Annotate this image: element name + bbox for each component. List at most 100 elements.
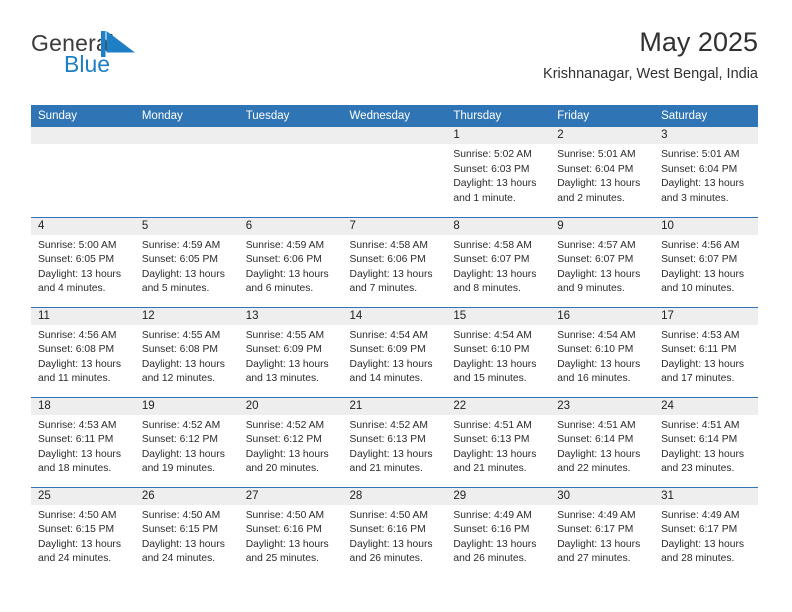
day-cell-inner: 21 Sunrise: 4:52 AM Sunset: 6:13 PM Dayligh… bbox=[342, 397, 447, 487]
calendar-day-cell[interactable]: 11 Sunrise: 4:56 AM Sunset: 6:08 PM Dayligh… bbox=[31, 306, 135, 397]
day-details: Sunrise: 4:51 AM Sunset: 6:14 PM Daylight:… bbox=[654, 415, 758, 477]
sunrise-text: Sunrise: 4:50 AM bbox=[38, 509, 117, 521]
day-number: 12 bbox=[134, 307, 239, 325]
calendar-day-cell[interactable]: 17 Sunrise: 4:53 AM Sunset: 6:11 PM Dayligh… bbox=[654, 306, 758, 397]
calendar-page: General Blue May 2025 Krishnanagar, West… bbox=[0, 0, 792, 612]
daylight-text-line1: Daylight: 13 hours bbox=[557, 358, 641, 370]
calendar-day-cell[interactable]: 20 Sunrise: 4:52 AM Sunset: 6:12 PM Dayligh… bbox=[238, 396, 343, 487]
day-number: 25 bbox=[31, 487, 135, 505]
calendar-day-cell[interactable]: 29 Sunrise: 4:49 AM Sunset: 6:16 PM Dayligh… bbox=[446, 486, 551, 577]
day-number: 23 bbox=[550, 397, 655, 415]
day-number: 4 bbox=[31, 217, 135, 235]
sunrise-text: Sunrise: 4:52 AM bbox=[349, 419, 428, 431]
calendar-day-cell[interactable]: 18 Sunrise: 4:53 AM Sunset: 6:11 PM Dayligh… bbox=[31, 396, 135, 487]
day-number bbox=[342, 127, 447, 144]
sunrise-text: Sunrise: 4:54 AM bbox=[349, 329, 428, 341]
day-details: Sunrise: 4:51 AM Sunset: 6:13 PM Daylight:… bbox=[446, 415, 550, 477]
daylight-text-line1: Daylight: 13 hours bbox=[661, 268, 745, 280]
day-cell-inner: 16 Sunrise: 4:54 AM Sunset: 6:10 PM Dayligh… bbox=[550, 307, 655, 397]
calendar-day-cell[interactable]: 31 Sunrise: 4:49 AM Sunset: 6:17 PM Dayligh… bbox=[654, 486, 758, 577]
calendar-empty-cell bbox=[31, 127, 135, 217]
day-details: Sunrise: 5:01 AM Sunset: 6:04 PM Daylight:… bbox=[654, 144, 758, 206]
sunset-text: Sunset: 6:12 PM bbox=[141, 434, 218, 445]
calendar-day-cell[interactable]: 12 Sunrise: 4:55 AM Sunset: 6:08 PM Dayligh… bbox=[134, 306, 239, 397]
sunset-text: Sunset: 6:07 PM bbox=[557, 254, 634, 265]
sunset-text: Sunset: 6:06 PM bbox=[349, 254, 426, 265]
calendar-day-cell[interactable]: 10 Sunrise: 4:56 AM Sunset: 6:07 PM Dayligh… bbox=[654, 216, 758, 307]
calendar-day-cell[interactable]: 27 Sunrise: 4:50 AM Sunset: 6:16 PM Dayligh… bbox=[238, 486, 343, 577]
calendar-day-cell[interactable]: 16 Sunrise: 4:54 AM Sunset: 6:10 PM Dayligh… bbox=[550, 306, 655, 397]
sunset-text: Sunset: 6:07 PM bbox=[661, 254, 738, 265]
day-cell-inner: 8 Sunrise: 4:58 AM Sunset: 6:07 PM Daylight… bbox=[446, 217, 551, 307]
calendar-day-cell[interactable]: 5 Sunrise: 4:59 AM Sunset: 6:05 PM Daylight… bbox=[134, 216, 239, 307]
daylight-text-line2: and 15 minutes. bbox=[453, 373, 527, 384]
daylight-text-line1: Daylight: 13 hours bbox=[38, 538, 121, 550]
sunset-text: Sunset: 6:15 PM bbox=[141, 524, 218, 535]
calendar-day-cell[interactable]: 26 Sunrise: 4:50 AM Sunset: 6:15 PM Dayligh… bbox=[134, 486, 239, 578]
day-number: 24 bbox=[654, 397, 758, 415]
sunrise-text: Sunrise: 4:54 AM bbox=[557, 329, 636, 341]
daylight-text-line1: Daylight: 13 hours bbox=[349, 268, 433, 280]
calendar-day-cell[interactable]: 8 Sunrise: 4:58 AM Sunset: 6:07 PM Daylight… bbox=[446, 216, 551, 307]
general-blue-logo[interactable]: General Blue bbox=[31, 31, 181, 88]
daylight-text-line1: Daylight: 13 hours bbox=[245, 448, 329, 460]
daylight-text-line1: Daylight: 13 hours bbox=[453, 178, 537, 189]
calendar-day-cell[interactable]: 14 Sunrise: 4:54 AM Sunset: 6:09 PM Dayligh… bbox=[342, 306, 447, 397]
calendar-day-cell[interactable]: 28 Sunrise: 4:50 AM Sunset: 6:16 PM Dayligh… bbox=[342, 486, 447, 577]
sunset-text: Sunset: 6:14 PM bbox=[557, 434, 634, 445]
day-cell-inner: 15 Sunrise: 4:54 AM Sunset: 6:10 PM Dayligh… bbox=[446, 307, 551, 397]
daylight-text-line2: and 26 minutes. bbox=[453, 553, 527, 564]
calendar-week-row: 25 Sunrise: 4:50 AM Sunset: 6:15 PM Dayligh… bbox=[31, 486, 758, 578]
calendar-day-cell[interactable]: 24 Sunrise: 4:51 AM Sunset: 6:14 PM Dayligh… bbox=[654, 396, 758, 487]
daylight-text-line1: Daylight: 13 hours bbox=[141, 358, 225, 370]
day-number: 13 bbox=[238, 307, 343, 325]
day-details: Sunrise: 4:53 AM Sunset: 6:11 PM Daylight:… bbox=[654, 325, 758, 387]
calendar-day-cell[interactable]: 1 Sunrise: 5:02 AM Sunset: 6:03 PM Daylight… bbox=[446, 127, 551, 217]
day-details: Sunrise: 4:50 AM Sunset: 6:16 PM Daylight:… bbox=[343, 505, 447, 567]
calendar-day-cell[interactable]: 25 Sunrise: 4:50 AM Sunset: 6:15 PM Dayligh… bbox=[31, 486, 135, 577]
day-details: Sunrise: 5:01 AM Sunset: 6:04 PM Daylight:… bbox=[550, 144, 654, 206]
title-block: May 2025 Krishnanagar, West Bengal, Indi… bbox=[543, 27, 758, 83]
day-cell-inner: 30 Sunrise: 4:49 AM Sunset: 6:17 PM Dayligh… bbox=[550, 487, 655, 578]
calendar-day-cell[interactable]: 3 Sunrise: 5:01 AM Sunset: 6:04 PM Daylight… bbox=[654, 127, 758, 217]
day-details bbox=[343, 144, 447, 148]
day-cell-inner: 26 Sunrise: 4:50 AM Sunset: 6:15 PM Dayligh… bbox=[134, 487, 239, 578]
calendar-day-cell[interactable]: 19 Sunrise: 4:52 AM Sunset: 6:12 PM Dayligh… bbox=[134, 396, 239, 487]
daylight-text-line1: Daylight: 13 hours bbox=[557, 178, 641, 189]
day-number: 14 bbox=[342, 307, 447, 325]
day-details: Sunrise: 4:50 AM Sunset: 6:15 PM Daylight:… bbox=[135, 505, 239, 567]
daylight-text-line2: and 2 minutes. bbox=[557, 192, 625, 204]
weekday-header-tuesday: Tuesday bbox=[238, 105, 343, 127]
daylight-text-line1: Daylight: 13 hours bbox=[557, 448, 641, 460]
daylight-text-line2: and 10 minutes. bbox=[661, 283, 735, 294]
calendar-day-cell[interactable]: 2 Sunrise: 5:01 AM Sunset: 6:04 PM Daylight… bbox=[550, 127, 655, 217]
daylight-text-line2: and 16 minutes. bbox=[557, 373, 631, 384]
calendar-day-cell[interactable]: 13 Sunrise: 4:55 AM Sunset: 6:09 PM Dayligh… bbox=[238, 306, 343, 397]
calendar-day-cell[interactable]: 23 Sunrise: 4:51 AM Sunset: 6:14 PM Dayligh… bbox=[550, 396, 655, 487]
day-number: 20 bbox=[238, 397, 343, 415]
sunset-text: Sunset: 6:03 PM bbox=[453, 163, 530, 175]
day-details: Sunrise: 4:49 AM Sunset: 6:17 PM Daylight:… bbox=[654, 505, 758, 567]
day-details: Sunrise: 4:57 AM Sunset: 6:07 PM Daylight:… bbox=[550, 235, 654, 297]
calendar-day-cell[interactable]: 7 Sunrise: 4:58 AM Sunset: 6:06 PM Daylight… bbox=[342, 216, 447, 307]
sunrise-text: Sunrise: 4:59 AM bbox=[141, 239, 221, 251]
daylight-text-line2: and 18 minutes. bbox=[38, 463, 112, 474]
calendar-day-cell[interactable]: 30 Sunrise: 4:49 AM Sunset: 6:17 PM Dayligh… bbox=[550, 486, 655, 578]
daylight-text-line2: and 25 minutes. bbox=[245, 553, 319, 564]
day-cell-inner: 23 Sunrise: 4:51 AM Sunset: 6:14 PM Dayligh… bbox=[550, 397, 655, 487]
daylight-text-line1: Daylight: 13 hours bbox=[245, 358, 329, 370]
weekday-header-wednesday: Wednesday bbox=[342, 105, 447, 127]
calendar-day-cell[interactable]: 15 Sunrise: 4:54 AM Sunset: 6:10 PM Dayligh… bbox=[446, 306, 551, 397]
sunrise-text: Sunrise: 4:57 AM bbox=[557, 239, 636, 251]
calendar-day-cell[interactable]: 22 Sunrise: 4:51 AM Sunset: 6:13 PM Dayligh… bbox=[446, 396, 551, 487]
day-cell-inner: 14 Sunrise: 4:54 AM Sunset: 6:09 PM Dayligh… bbox=[342, 307, 447, 397]
weekday-header-thursday: Thursday bbox=[446, 105, 551, 127]
day-cell-inner: 19 Sunrise: 4:52 AM Sunset: 6:12 PM Dayligh… bbox=[134, 397, 239, 487]
calendar-day-cell[interactable]: 4 Sunrise: 5:00 AM Sunset: 6:05 PM Daylight… bbox=[31, 216, 135, 307]
calendar-day-cell[interactable]: 9 Sunrise: 4:57 AM Sunset: 6:07 PM Daylight… bbox=[550, 216, 655, 307]
sunrise-text: Sunrise: 4:50 AM bbox=[349, 509, 428, 521]
day-number: 17 bbox=[654, 307, 758, 325]
calendar-day-cell[interactable]: 21 Sunrise: 4:52 AM Sunset: 6:13 PM Dayligh… bbox=[342, 396, 447, 487]
day-cell-inner: 1 Sunrise: 5:02 AM Sunset: 6:03 PM Daylight… bbox=[446, 127, 551, 217]
calendar-day-cell[interactable]: 6 Sunrise: 4:59 AM Sunset: 6:06 PM Daylight… bbox=[238, 216, 343, 307]
